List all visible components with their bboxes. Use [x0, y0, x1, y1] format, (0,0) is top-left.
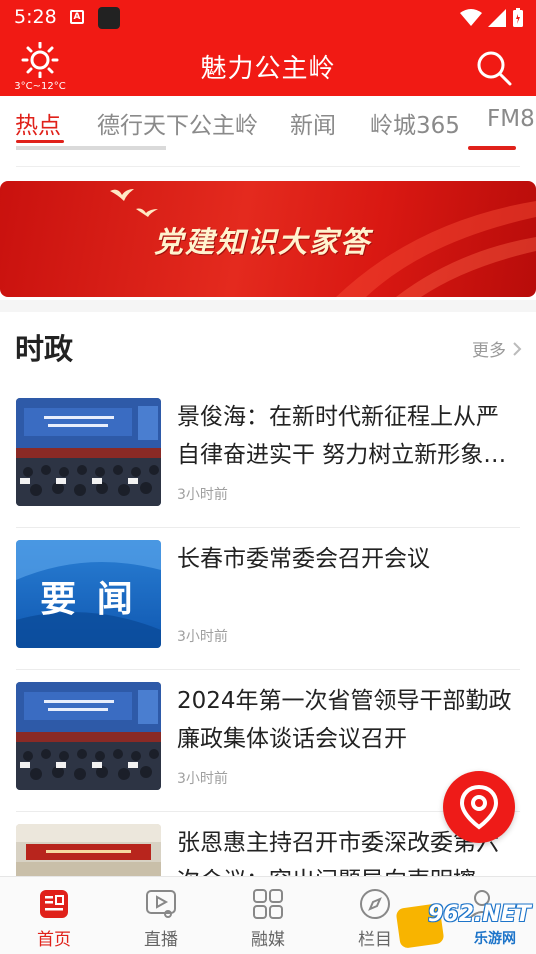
status-time: 5:28: [14, 6, 57, 28]
meeting-photo: [16, 682, 161, 790]
grid-icon: [253, 889, 283, 919]
section-title: 时政: [15, 332, 74, 366]
chevron-right-icon: [513, 341, 522, 356]
tab-fm[interactable]: FM8: [487, 106, 535, 132]
news-time: 3小时前: [177, 487, 228, 503]
signal-icon: [488, 9, 506, 27]
more-link[interactable]: 更多: [472, 336, 522, 361]
nav-label-media: 融媒: [251, 930, 285, 950]
home-news-icon: [40, 890, 68, 918]
news-time: 3小时前: [177, 771, 228, 787]
app-title: 魅力公主岭: [200, 54, 336, 84]
section-gap: [0, 300, 536, 312]
meeting-photo: [16, 398, 161, 506]
news-title: 景俊海：在新时代新征程上从严自律奋进实干 努力树立新形象…: [177, 404, 507, 468]
battery-icon: [513, 8, 523, 27]
party-building-banner[interactable]: 党建知识大家答: [0, 181, 536, 297]
doves-icon: [110, 189, 158, 217]
wifi-icon: [460, 9, 482, 26]
status-bar: 5:28 A: [0, 0, 536, 36]
app-screen: 5:28 A 3°C~12°C 魅力公主岭 热点 德行天下公主岭 新闻 岭城36…: [0, 0, 536, 954]
notification-a-icon: A: [70, 10, 84, 24]
watermark: 962.NET 乐游网: [395, 900, 532, 950]
search-icon[interactable]: [474, 48, 514, 88]
location-fab[interactable]: [443, 771, 515, 843]
status-indicators: [460, 8, 524, 28]
compass-icon: [360, 889, 390, 919]
live-video-icon: [146, 890, 176, 918]
yaowen-text: 要 闻: [40, 579, 137, 620]
banner-text: 党建知识大家答: [154, 225, 372, 259]
news-title: 2024年第一次省管领导干部勤政廉政集体谈话会议召开: [177, 688, 512, 752]
notification-app-icon: [98, 7, 120, 29]
news-time: 3小时前: [177, 629, 228, 645]
tab-news[interactable]: 新闻: [290, 106, 336, 140]
nav-media[interactable]: 融媒: [228, 887, 308, 950]
tab-dexing[interactable]: 德行天下公主岭: [97, 106, 258, 140]
news-item[interactable]: 景俊海：在新时代新征程上从严自律奋进实干 努力树立新形象… 3小时前: [16, 386, 520, 528]
nav-label-home: 首页: [37, 930, 71, 950]
previous-item-clipped: [0, 146, 536, 168]
more-label: 更多: [472, 341, 506, 361]
news-title: 长春市委常委会召开会议: [177, 546, 430, 572]
news-item[interactable]: 要 闻 长春市委常委会召开会议 3小时前: [16, 528, 520, 670]
news-thumbnail: [16, 398, 161, 506]
watermark-subtext: 乐游网: [474, 931, 516, 947]
nav-live[interactable]: 直播: [121, 887, 201, 950]
app-header: 3°C~12°C 魅力公主岭: [0, 36, 536, 96]
location-pin-icon: [459, 784, 499, 830]
active-tab-indicator: [16, 140, 64, 143]
tab-hot[interactable]: 热点: [15, 106, 61, 140]
news-thumbnail: 要 闻: [16, 540, 161, 648]
news-thumbnail: [16, 682, 161, 790]
tab-lingcheng[interactable]: 岭城365: [370, 106, 460, 140]
nav-label-live: 直播: [144, 930, 178, 950]
nav-home[interactable]: 首页: [14, 887, 94, 950]
watermark-text: 962.NET: [428, 902, 531, 927]
category-tabs: 热点 德行天下公主岭 新闻 岭城365 FM8: [0, 96, 536, 146]
